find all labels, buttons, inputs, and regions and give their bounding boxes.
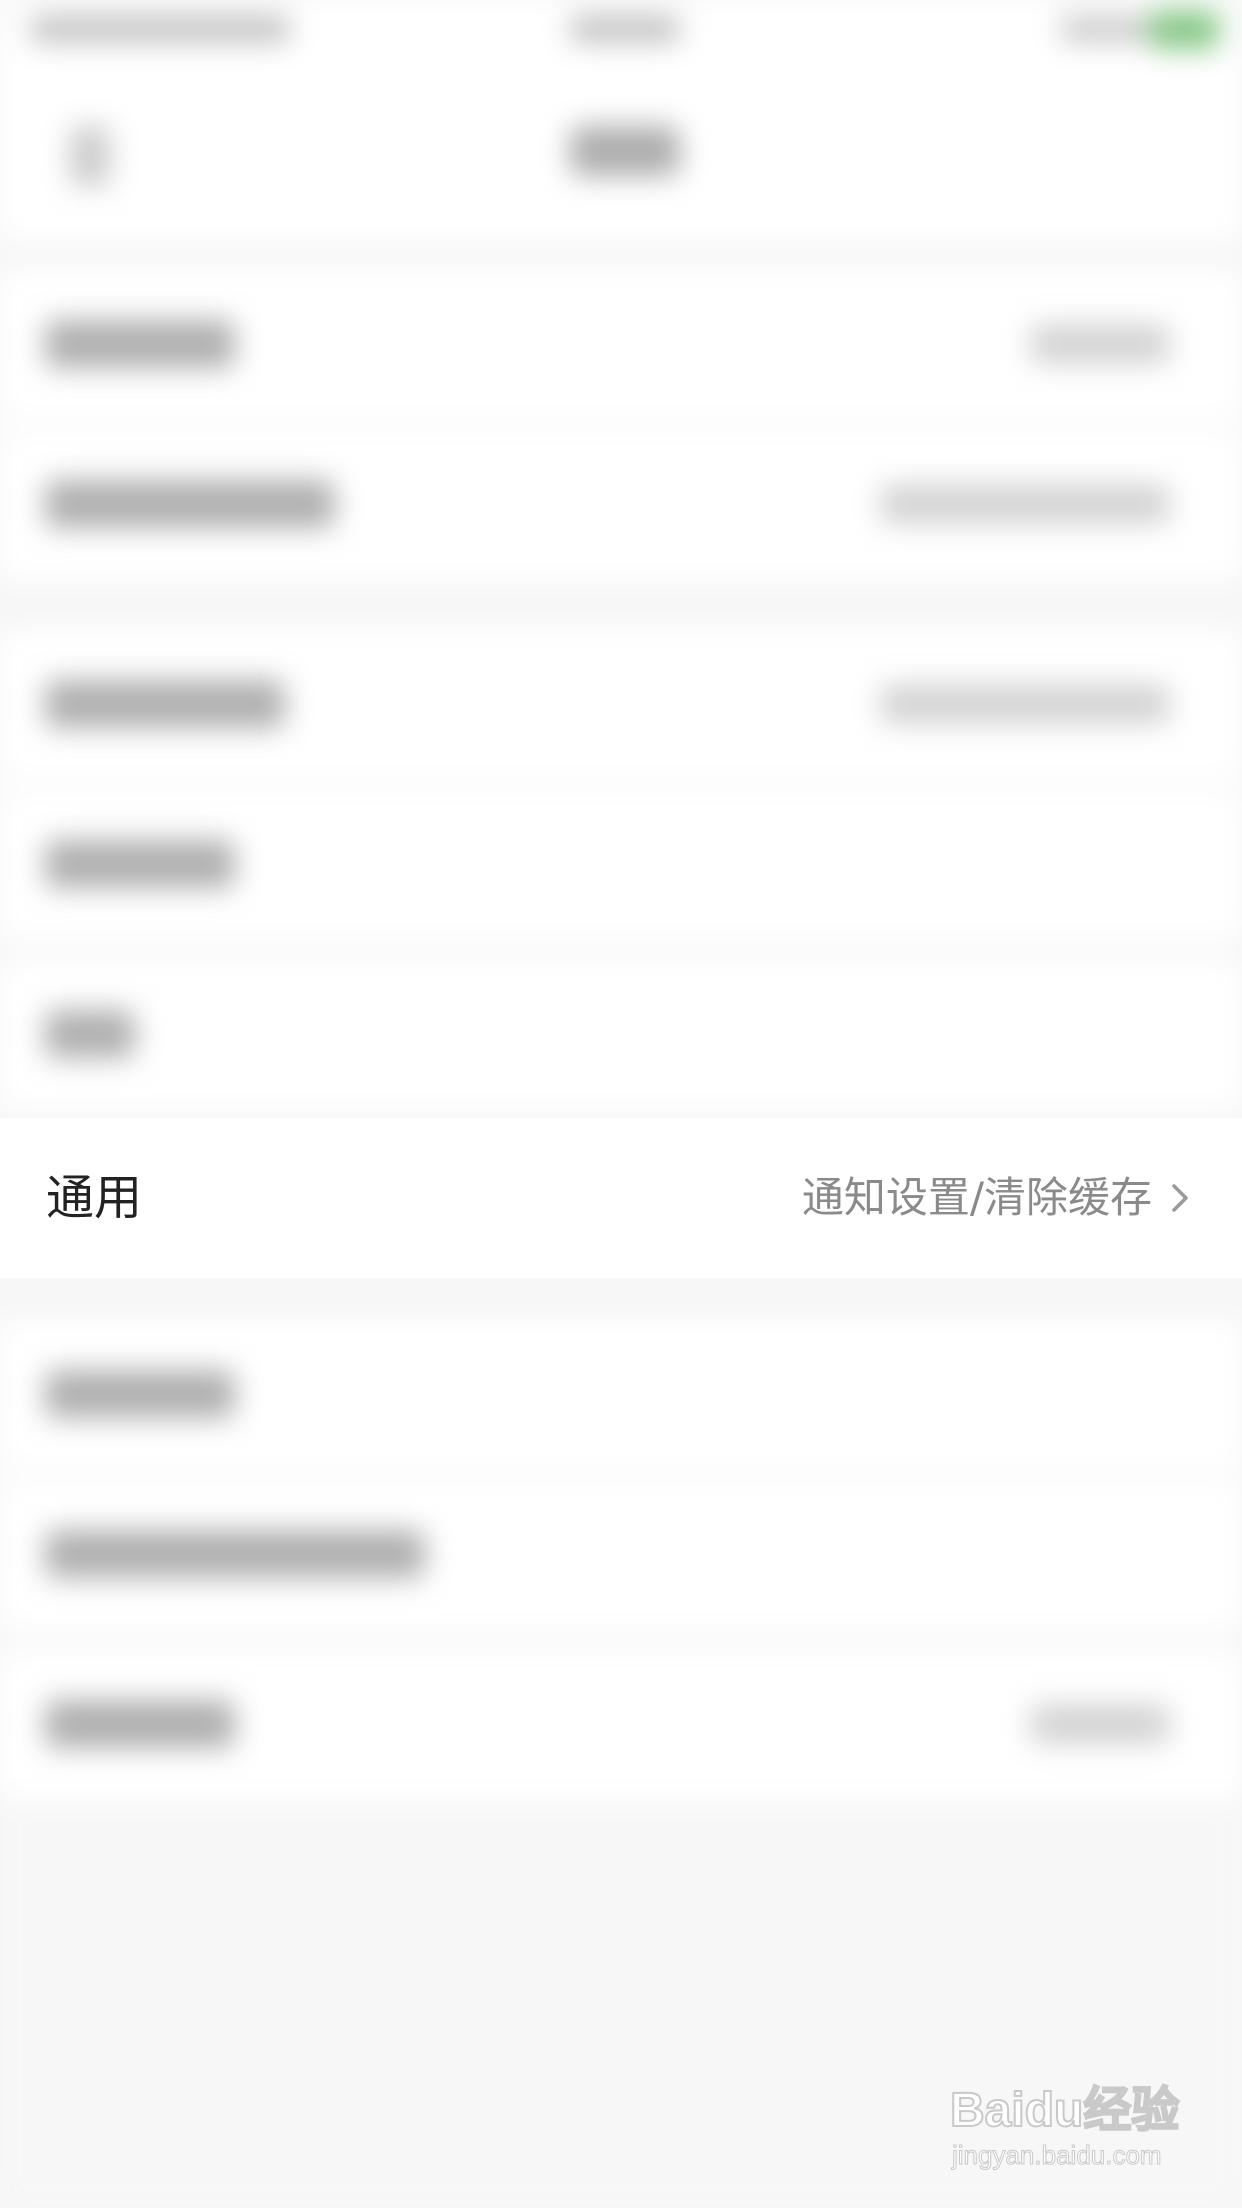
settings-row-label <box>45 1010 135 1058</box>
settings-row[interactable] <box>0 960 1242 1110</box>
settings-row-value <box>1030 1704 1170 1744</box>
general-label: 通用 <box>46 1170 143 1226</box>
status-time <box>570 16 680 42</box>
settings-row[interactable] <box>0 430 1242 580</box>
blurred-background <box>0 0 1242 2208</box>
general-value: 通知设置/清除缓存 <box>801 1173 1152 1222</box>
battery-icon <box>1150 10 1220 50</box>
settings-row-value <box>880 484 1170 524</box>
settings-row-label <box>45 320 235 368</box>
status-bar <box>0 0 1242 60</box>
settings-row-label <box>45 1700 235 1748</box>
settings-row[interactable] <box>0 1320 1242 1470</box>
baidu-jingyan-logo: Baidu经验 <box>949 2083 1180 2138</box>
settings-row-label <box>45 1530 425 1578</box>
status-carrier <box>30 16 290 42</box>
page-title <box>570 126 680 176</box>
settings-row-value <box>880 684 1170 724</box>
settings-row[interactable] <box>0 1480 1242 1630</box>
back-icon[interactable] <box>70 126 110 186</box>
navigation-bar <box>0 60 1242 240</box>
settings-row[interactable] <box>0 270 1242 420</box>
settings-row-label <box>45 1370 235 1418</box>
chevron-right-icon <box>1172 1184 1188 1212</box>
settings-row-label <box>45 680 285 728</box>
watermark: Baidu经验 jingyan.baidu.com <box>949 2070 1190 2188</box>
settings-row-general[interactable]: 通用 通知设置/清除缓存 <box>0 1118 1242 1278</box>
settings-row[interactable] <box>0 790 1242 940</box>
settings-row-value <box>1030 324 1170 364</box>
settings-row[interactable] <box>0 1650 1242 1800</box>
watermark-url: jingyan.baidu.com <box>952 2140 1163 2171</box>
settings-row-label <box>45 480 335 528</box>
settings-row-label <box>45 840 235 888</box>
settings-row[interactable] <box>0 630 1242 780</box>
